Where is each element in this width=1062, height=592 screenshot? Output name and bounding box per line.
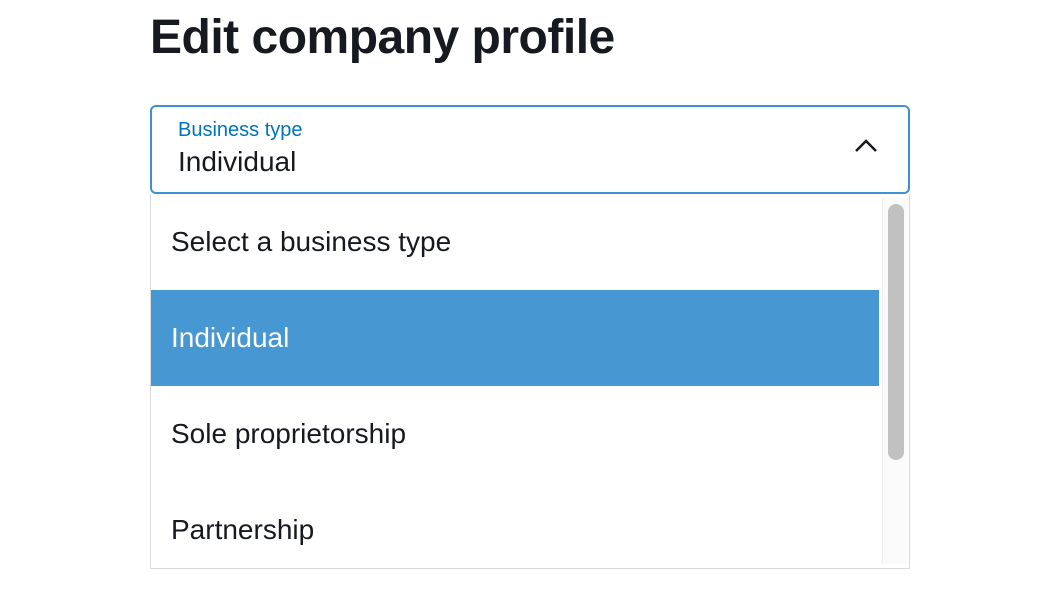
business-type-select: Business type Individual Select a busine… [150,105,910,194]
business-type-label: Business type [178,119,303,142]
option-sole-proprietorship[interactable]: Sole proprietorship [151,386,879,482]
business-type-select-control[interactable]: Business type Individual [150,105,910,194]
chevron-up-icon [854,119,888,153]
page-title: Edit company profile [150,10,912,65]
dropdown-inner: Select a business type Individual Sole p… [151,194,909,568]
options-list: Select a business type Individual Sole p… [151,194,879,568]
edit-company-profile-page: Edit company profile Business type Indiv… [0,0,1062,194]
business-type-value: Individual [178,146,303,178]
select-control-text: Business type Individual [178,119,303,178]
business-type-dropdown: Select a business type Individual Sole p… [150,194,910,569]
option-individual[interactable]: Individual [151,290,879,386]
option-placeholder[interactable]: Select a business type [151,194,879,290]
option-partnership[interactable]: Partnership [151,482,879,568]
scrollbar-track [882,198,908,564]
scrollbar-thumb[interactable] [888,204,904,460]
